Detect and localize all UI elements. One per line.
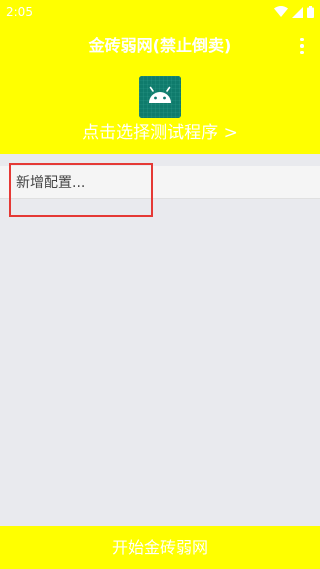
app-header: 金砖弱网(禁止倒卖) 点击选择测试程序 > <box>0 24 320 154</box>
battery-icon <box>307 6 314 18</box>
overflow-menu-icon[interactable] <box>298 36 306 56</box>
status-icons <box>274 5 314 19</box>
signal-icon <box>292 6 303 18</box>
add-config-label: 新增配置... <box>16 175 86 191</box>
status-time: 2:05 <box>6 5 33 19</box>
add-config-item[interactable]: 新增配置... <box>0 166 320 199</box>
android-app-icon[interactable] <box>139 76 181 118</box>
page-title: 金砖弱网(禁止倒卖) <box>88 36 232 55</box>
start-button[interactable]: 开始金砖弱网 <box>0 526 320 569</box>
select-test-program-link[interactable]: 点击选择测试程序 > <box>0 122 320 144</box>
status-bar: 2:05 <box>0 0 320 24</box>
app-screen: 2:05 金砖弱网(禁止倒卖) 点击选择测试程序 > 新增配置... 开始金砖弱… <box>0 0 320 569</box>
wifi-icon <box>274 6 288 18</box>
